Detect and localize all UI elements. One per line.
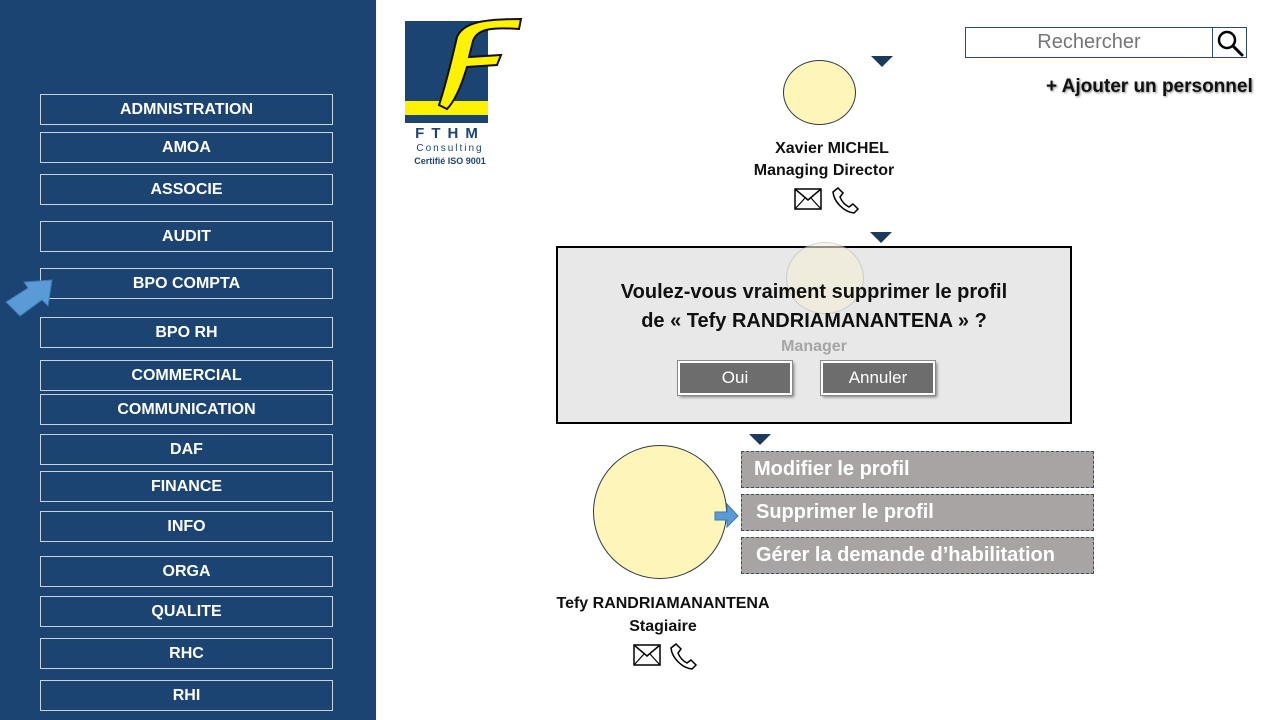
logo-name: FTHM <box>415 125 485 142</box>
mail-icon[interactable] <box>794 188 822 210</box>
person-role-middle: Manager <box>781 338 847 355</box>
confirm-delete-dialog: Manager Voulez-vous vraiment supprimer l… <box>556 242 1072 424</box>
mail-icon[interactable] <box>633 644 661 666</box>
dept-button-associe[interactable]: ASSOCIE <box>40 174 333 205</box>
dept-button-rhi[interactable]: RHI <box>40 680 333 711</box>
cursor-arrow-icon <box>714 502 739 528</box>
dialog-message-line1: Voulez-vous vraiment supprimer le profil <box>620 281 1008 303</box>
dept-button-audit[interactable]: AUDIT <box>40 221 333 252</box>
dept-button-info[interactable]: INFO <box>40 511 333 542</box>
pointer-arrow-icon <box>5 279 53 317</box>
dialog-message-line2: de « Tefy RANDRIAMANANTENA » ? <box>641 310 987 332</box>
logo-subtitle: Consulting <box>416 143 484 154</box>
menu-item-manage-authorization[interactable]: Gérer la demande d’habilitation <box>741 537 1094 574</box>
dept-button-commercial[interactable]: COMMERCIAL <box>40 360 333 391</box>
dept-button-administration[interactable]: ADMNISTRATION <box>40 94 333 125</box>
menu-item-edit-profile[interactable]: Modifier le profil <box>741 451 1094 488</box>
dialog-message: Voulez-vous vraiment supprimer le profil… <box>558 278 1070 336</box>
person-role-selected: Stagiaire <box>629 618 697 635</box>
department-sidebar: ADMNISTRATION AMOA ASSOCIE AUDIT BPO COM… <box>0 0 376 720</box>
search-bar <box>965 27 1247 58</box>
add-person-link[interactable]: + Ajouter un personnel <box>1046 76 1253 98</box>
dept-button-rhc[interactable]: RHC <box>40 638 333 669</box>
logo-certification: Certifié ISO 9001 <box>414 156 486 166</box>
dept-button-bpo-compta[interactable]: BPO COMPTA <box>40 268 333 299</box>
company-logo: FTHM Consulting Certifié ISO 9001 <box>405 17 525 177</box>
avatar-top[interactable] <box>783 60 856 125</box>
expand-triangle-icon[interactable] <box>749 434 771 445</box>
phone-icon[interactable] <box>832 186 860 214</box>
dept-button-finance[interactable]: FINANCE <box>40 471 333 502</box>
menu-item-delete-profile[interactable]: Supprimer le profil <box>741 494 1094 531</box>
search-button[interactable] <box>1213 28 1246 57</box>
phone-icon[interactable] <box>670 642 698 670</box>
dept-button-daf[interactable]: DAF <box>40 434 333 465</box>
person-role-top: Managing Director <box>753 162 895 179</box>
dept-button-bpo-rh[interactable]: BPO RH <box>40 317 333 348</box>
expand-triangle-icon[interactable] <box>871 56 893 67</box>
person-name-selected: Tefy RANDRIAMANANTENA <box>556 595 770 612</box>
dept-button-communication[interactable]: COMMUNICATION <box>40 394 333 425</box>
dept-button-amoa[interactable]: AMOA <box>40 132 333 163</box>
cancel-button[interactable]: Annuler <box>821 361 935 395</box>
expand-triangle-icon[interactable] <box>870 232 892 243</box>
confirm-yes-button[interactable]: Oui <box>678 361 792 395</box>
search-input[interactable] <box>966 28 1213 57</box>
person-name-top: Xavier MICHEL <box>775 140 889 157</box>
dept-button-qualite[interactable]: QUALITE <box>40 596 333 627</box>
dept-button-orga[interactable]: ORGA <box>40 556 333 587</box>
logo-f-icon <box>437 17 523 111</box>
search-icon <box>1217 30 1243 56</box>
avatar-selected[interactable] <box>593 445 727 579</box>
